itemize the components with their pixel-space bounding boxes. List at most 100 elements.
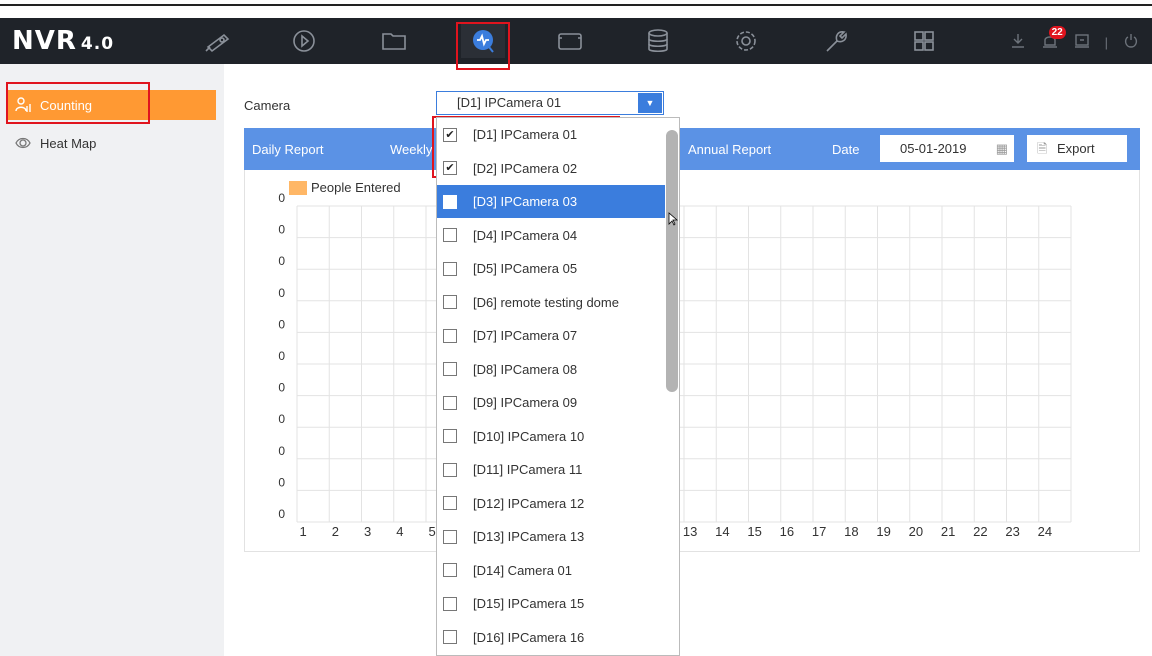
date-field[interactable]: 05-01-2019 ▦	[880, 135, 1014, 162]
dropdown-option[interactable]: [D12] IPCamera 12	[437, 487, 665, 520]
dropdown-option[interactable]: [D3] IPCamera 03	[437, 185, 665, 218]
checkbox[interactable]	[443, 295, 457, 309]
checkbox[interactable]	[443, 596, 457, 611]
dropdown-option-label: [D1] IPCamera 01	[473, 127, 578, 142]
calendar-icon[interactable]: ▦	[996, 135, 1008, 162]
video-wall-icon[interactable]	[548, 24, 592, 58]
y-tick-label: 0	[278, 254, 285, 268]
y-tick-label: 0	[278, 286, 285, 300]
highlight-frame	[6, 82, 150, 124]
checkbox[interactable]	[443, 563, 457, 577]
camera-select[interactable]: [D1] IPCamera 01 ▼	[436, 91, 664, 115]
checkbox[interactable]	[443, 261, 457, 276]
top-navigation-bar: NVR 4.0 22 |	[0, 18, 1152, 64]
sidebar-item-label: Heat Map	[40, 135, 97, 151]
checkbox[interactable]	[443, 529, 457, 544]
mouse-cursor-icon	[668, 212, 678, 226]
chart-svg: 0000000000012345678910111213141516171819…	[278, 191, 1072, 539]
x-tick-label: 21	[941, 524, 955, 539]
checkbox[interactable]	[443, 328, 457, 343]
export-label: Export	[1057, 141, 1095, 156]
y-tick-label: 0	[278, 381, 285, 395]
checkbox[interactable]	[443, 228, 457, 242]
export-icon: 🗎	[1037, 141, 1048, 156]
dropdown-option[interactable]: [D14] Camera 01	[437, 554, 665, 587]
report-toolbar: Daily Report Weekly Report Annual Report…	[244, 128, 1140, 170]
dropdown-option-label: [D3] IPCamera 03	[473, 194, 578, 209]
y-tick-label: 0	[278, 507, 285, 521]
x-tick-label: 2	[332, 524, 339, 539]
download-icon[interactable]	[1009, 32, 1027, 53]
x-tick-label: 17	[812, 524, 826, 539]
camera-select-value: [D1] IPCamera 01	[457, 95, 562, 110]
camera-label: Camera	[244, 98, 291, 113]
checkbox[interactable]	[443, 395, 457, 410]
x-tick-label: 3	[364, 524, 371, 539]
y-tick-label: 0	[278, 349, 285, 363]
dropdown-option[interactable]: [D6] remote testing dome	[437, 286, 665, 319]
x-tick-label: 18	[844, 524, 858, 539]
dropdown-option-label: [D7] IPCamera 07	[473, 328, 578, 343]
date-value: 05-01-2019	[900, 141, 967, 156]
scrollbar[interactable]	[666, 130, 678, 392]
sidebar: Counting Heat Map	[0, 64, 224, 656]
dropdown-option-label: [D12] IPCamera 12	[473, 495, 585, 511]
x-tick-label: 20	[909, 524, 923, 539]
dropdown-option-label: [D11] IPCamera 11	[473, 462, 583, 477]
dropdown-option-label: [D16] IPCamera 16	[473, 629, 585, 645]
x-tick-label: 14	[715, 524, 729, 539]
dropdown-option-label: [D6] remote testing dome	[473, 294, 619, 310]
checkbox[interactable]	[443, 630, 457, 644]
checkbox[interactable]	[443, 429, 457, 443]
dropdown-option[interactable]: [D15] IPCamera 15	[437, 587, 665, 620]
dropdown-option[interactable]: ✔ [D1] IPCamera 01	[437, 118, 665, 151]
dropdown-option[interactable]: [D8] IPCamera 08	[437, 353, 665, 386]
dropdown-option[interactable]: [D16] IPCamera 16	[437, 621, 665, 654]
dropdown-option[interactable]: [D5] IPCamera 05	[437, 252, 665, 285]
heat-map-icon	[15, 137, 31, 149]
maintenance-icon[interactable]	[814, 24, 858, 58]
dropdown-option[interactable]: [D13] IPCamera 13	[437, 520, 665, 553]
dropdown-option[interactable]: [D4] IPCamera 04	[437, 219, 665, 252]
dropdown-option-label: [D13] IPCamera 13	[473, 529, 585, 544]
playback-icon[interactable]	[282, 24, 326, 58]
file-management-icon[interactable]	[372, 24, 416, 58]
y-tick-label: 0	[278, 412, 285, 426]
sidebar-item-heat-map[interactable]: Heat Map	[6, 128, 216, 158]
dropdown-option[interactable]: ✔ [D2] IPCamera 02	[437, 152, 665, 185]
storage-icon[interactable]	[636, 24, 680, 58]
x-tick-label: 24	[1038, 524, 1052, 539]
y-tick-label: 0	[278, 223, 285, 237]
checkbox[interactable]: ✔	[443, 161, 457, 175]
tab-annual-report[interactable]: Annual Report	[688, 142, 771, 157]
x-tick-label: 22	[973, 524, 987, 539]
x-tick-label: 5	[429, 524, 436, 539]
date-label: Date	[832, 142, 860, 157]
dropdown-option[interactable]: [D7] IPCamera 07	[437, 319, 665, 352]
dropdown-option[interactable]: [D9] IPCamera 09	[437, 386, 665, 419]
dropdown-option-label: [D9] IPCamera 09	[473, 395, 578, 410]
dropdown-option-label: [D15] IPCamera 15	[473, 596, 585, 611]
top-border	[0, 0, 1152, 6]
lock-screen-icon[interactable]	[1073, 32, 1091, 53]
divider: |	[1104, 35, 1108, 50]
checkbox[interactable]: ✔	[443, 127, 457, 142]
dropdown-option[interactable]: [D11] IPCamera 11	[437, 453, 665, 486]
checkbox[interactable]	[443, 462, 457, 477]
dropdown-option[interactable]: [D10] IPCamera 10	[437, 420, 665, 453]
checkbox[interactable]	[443, 496, 457, 510]
status-icons: 22 |	[1009, 26, 1140, 53]
live-view-icon[interactable]	[196, 24, 240, 58]
alarm-icon[interactable]: 22	[1041, 26, 1066, 53]
checkbox[interactable]	[443, 194, 457, 209]
checkbox[interactable]	[443, 362, 457, 376]
x-tick-label: 19	[876, 524, 890, 539]
more-icon[interactable]	[902, 24, 946, 58]
export-button[interactable]: 🗎 Export	[1027, 135, 1127, 162]
configuration-icon[interactable]	[724, 24, 768, 58]
chevron-down-icon[interactable]: ▼	[638, 93, 662, 113]
tab-daily-report[interactable]: Daily Report	[252, 142, 324, 157]
dropdown-option-label: [D10] IPCamera 10	[473, 428, 585, 444]
y-tick-label: 0	[278, 317, 285, 331]
power-icon[interactable]	[1122, 32, 1140, 53]
